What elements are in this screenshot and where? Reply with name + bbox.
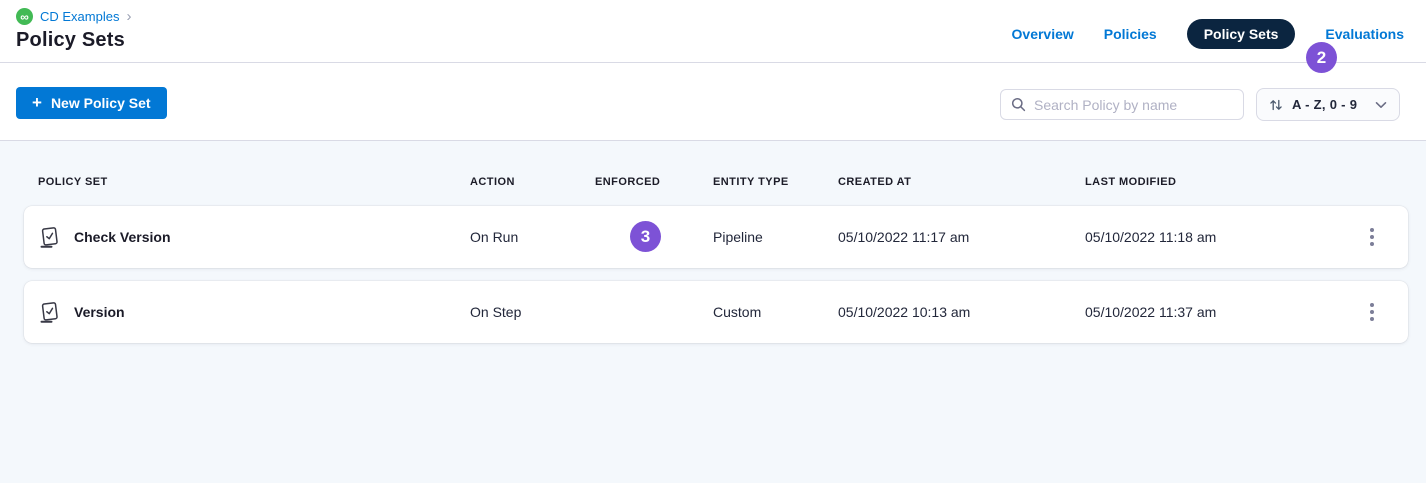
- action-value: On Run: [470, 229, 595, 245]
- column-header-entity-type: ENTITY TYPE: [713, 176, 838, 188]
- cd-module-icon: ∞: [16, 8, 33, 25]
- chevron-down-icon: [1375, 101, 1387, 109]
- policy-set-name: Check Version: [74, 229, 171, 245]
- breadcrumb-project-link[interactable]: CD Examples: [40, 9, 119, 24]
- search-input[interactable]: [1034, 97, 1233, 113]
- created-at-value: 05/10/2022 11:17 am: [838, 229, 1085, 245]
- new-policy-set-label: New Policy Set: [51, 95, 151, 111]
- tab-policy-sets[interactable]: Policy Sets: [1187, 19, 1296, 49]
- tab-policies[interactable]: Policies: [1104, 26, 1157, 42]
- column-header-last-modified: LAST MODIFIED: [1085, 176, 1335, 188]
- table-row[interactable]: Version On Step Custom 05/10/2022 10:13 …: [24, 281, 1408, 343]
- policy-set-icon: [38, 225, 61, 250]
- action-value: On Step: [470, 304, 595, 320]
- tutorial-step-badge-2: 2: [1306, 42, 1337, 73]
- toolbar: + New Policy Set A - Z, 0 - 9: [0, 63, 1426, 141]
- sort-dropdown[interactable]: A - Z, 0 - 9: [1256, 88, 1400, 121]
- tutorial-step-badge-3: 3: [630, 221, 661, 252]
- column-header-enforced: ENFORCED: [595, 176, 713, 188]
- table-row[interactable]: Check Version On Run Pipeline 05/10/2022…: [24, 206, 1408, 268]
- column-header-action: ACTION: [470, 176, 595, 188]
- sort-arrows-icon: [1269, 98, 1283, 112]
- created-at-value: 05/10/2022 10:13 am: [838, 304, 1085, 320]
- last-modified-value: 05/10/2022 11:18 am: [1085, 229, 1335, 245]
- column-header-created-at: CREATED AT: [838, 176, 1085, 188]
- tab-evaluations[interactable]: Evaluations: [1325, 26, 1404, 42]
- policy-set-icon: [38, 300, 61, 325]
- breadcrumb: ∞ CD Examples ›: [16, 8, 131, 25]
- entity-type-value: Pipeline: [713, 229, 838, 245]
- policy-set-list-section: POLICY SET ACTION ENFORCED ENTITY TYPE C…: [0, 141, 1426, 483]
- tab-overview[interactable]: Overview: [1012, 26, 1074, 42]
- row-menu-kebab-icon[interactable]: [1362, 223, 1382, 251]
- column-header-policy-set: POLICY SET: [38, 176, 470, 188]
- top-nav: Overview Policies Policy Sets Evaluation…: [1012, 19, 1404, 49]
- policy-sets-page: { "breadcrumb": { "project_label": "CD E…: [0, 0, 1426, 483]
- chevron-right-icon: ›: [126, 9, 131, 24]
- search-icon: [1011, 97, 1026, 112]
- new-policy-set-button[interactable]: + New Policy Set: [16, 87, 167, 119]
- last-modified-value: 05/10/2022 11:37 am: [1085, 304, 1335, 320]
- table-header-row: POLICY SET ACTION ENFORCED ENTITY TYPE C…: [24, 176, 1408, 188]
- page-title: Policy Sets: [16, 29, 125, 52]
- plus-icon: +: [32, 94, 42, 111]
- page-header: ∞ CD Examples › Policy Sets Overview Pol…: [0, 0, 1426, 63]
- row-menu-kebab-icon[interactable]: [1362, 298, 1382, 326]
- sort-value: A - Z, 0 - 9: [1292, 97, 1366, 112]
- search-box: [1000, 89, 1244, 120]
- policy-set-name: Version: [74, 304, 125, 320]
- entity-type-value: Custom: [713, 304, 838, 320]
